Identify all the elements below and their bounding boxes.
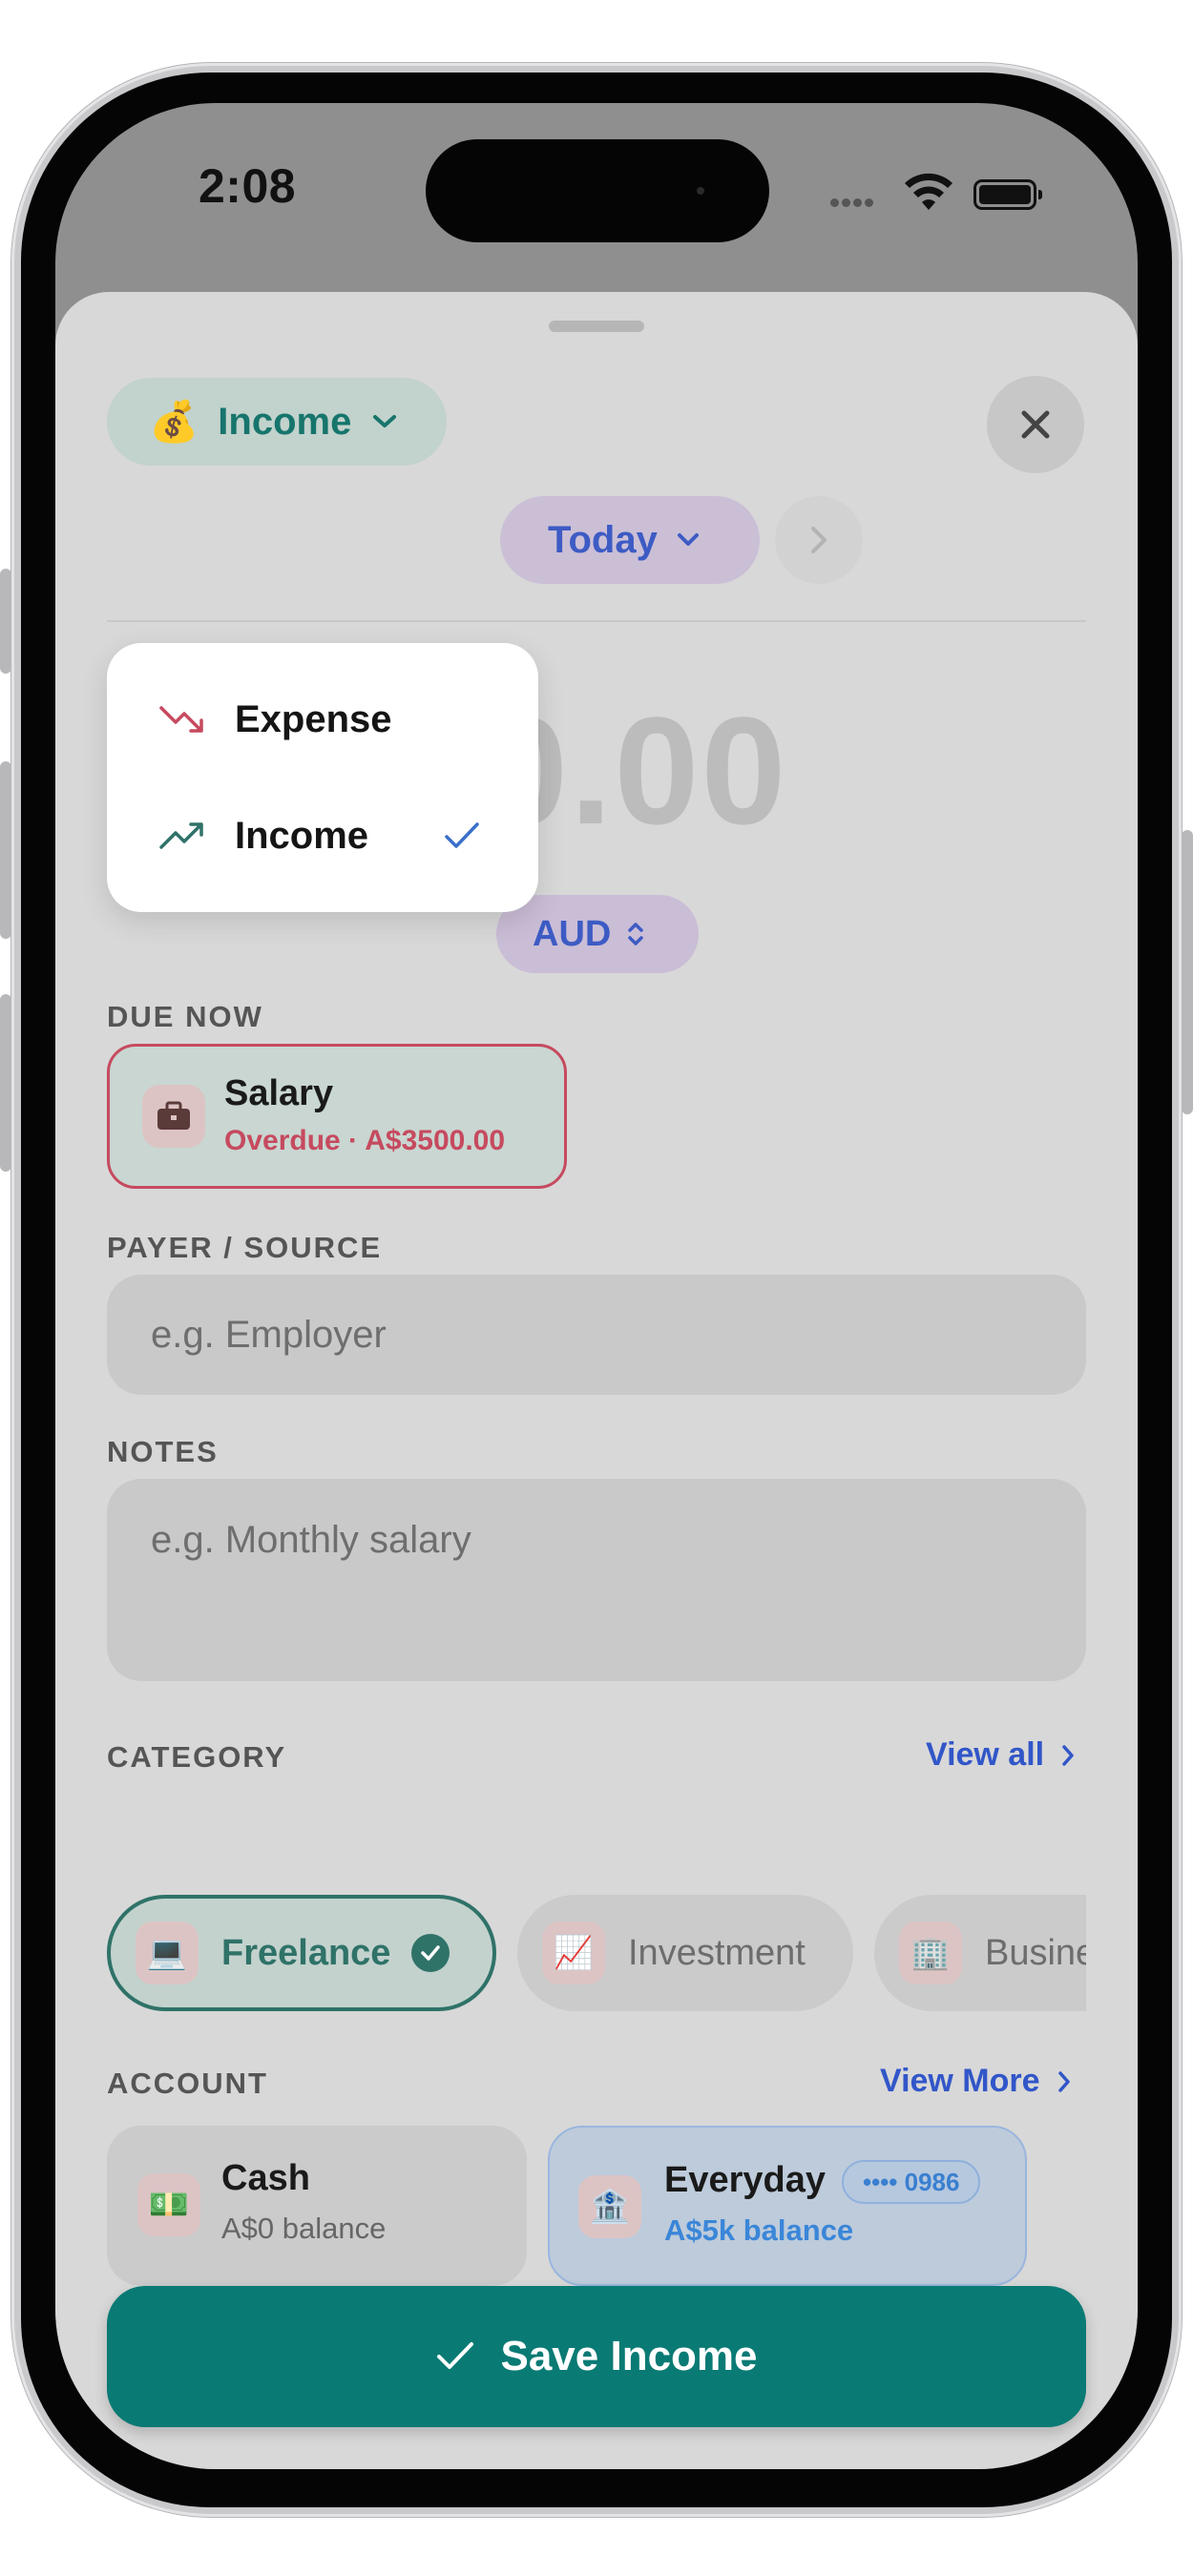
header-divider: [107, 620, 1086, 622]
menu-item-label: Income: [235, 814, 369, 857]
wifi-icon: [905, 173, 952, 210]
trending-down-icon: [159, 706, 203, 733]
dynamic-island: [426, 139, 769, 242]
checkmark-icon: [411, 1934, 450, 1972]
notes-input[interactable]: [151, 1519, 1048, 1605]
menu-item-label: Expense: [235, 697, 392, 740]
chevron-right-icon: [1062, 1744, 1074, 1766]
currency-picker[interactable]: AUD: [496, 895, 699, 973]
category-label-freelance: Freelance: [221, 1932, 391, 1973]
chevron-right-icon: [811, 527, 827, 553]
view-all-categories-link[interactable]: View all: [926, 1736, 1075, 1774]
due-now-label: DUE NOW: [107, 1000, 263, 1033]
account-card-everyday[interactable]: 🏦 Everyday •••• 0986 A$5k balance: [548, 2126, 1027, 2286]
briefcase-icon: [142, 1085, 205, 1148]
save-button[interactable]: Save Income: [107, 2286, 1086, 2427]
next-date-button[interactable]: [775, 496, 863, 584]
cellular-signal-icon: [830, 195, 876, 212]
category-chip-business[interactable]: 🏢 Business: [874, 1895, 1086, 2011]
category-label-business: Business: [985, 1932, 1086, 1973]
chart-icon: 📈: [542, 1922, 605, 1984]
view-all-label: View all: [926, 1736, 1045, 1773]
laptop-icon: 💻: [136, 1922, 199, 1984]
view-more-accounts-link[interactable]: View More: [880, 2063, 1071, 2100]
due-item-card[interactable]: Salary Overdue · A$3500.00: [107, 1044, 567, 1189]
notes-label: NOTES: [107, 1435, 219, 1468]
category-list: 💻 Freelance 📈 Investment 🏢 Business: [107, 1891, 1086, 2015]
trending-up-icon: [159, 822, 203, 849]
currency-code: AUD: [533, 913, 612, 954]
sheet-grabber[interactable]: [549, 321, 644, 332]
date-label: Today: [548, 518, 658, 561]
category-chip-freelance[interactable]: 💻 Freelance: [107, 1895, 496, 2011]
transaction-type-label: Income: [218, 400, 352, 443]
date-selector[interactable]: Today: [500, 496, 760, 584]
action-button: [0, 569, 11, 674]
bank-icon: 🏦: [578, 2175, 641, 2238]
chevron-down-icon: [677, 533, 699, 546]
notes-field-container: [107, 1479, 1086, 1681]
account-balance: A$5k balance: [664, 2213, 854, 2247]
add-transaction-sheet: 💰 Income Today A$ 0.00 AUD DUE NOW Salar: [55, 292, 1138, 2469]
due-item-status: Overdue · A$3500.00: [224, 1125, 506, 1156]
account-label: ACCOUNT: [107, 2067, 268, 2100]
chevron-right-icon: [1057, 2070, 1070, 2092]
account-name: Cash: [221, 2158, 310, 2198]
cash-icon: 💵: [137, 2173, 200, 2236]
volume-up-button: [0, 761, 11, 939]
screen: 2:08 💰 Income Today A$ 0.00 AUD: [55, 103, 1138, 2469]
menu-item-income[interactable]: Income: [107, 779, 538, 893]
checkmark-icon: [437, 2342, 474, 2369]
close-button[interactable]: [987, 376, 1084, 473]
up-down-chevron-icon: [628, 923, 644, 945]
account-card-cash[interactable]: 💵 Cash A$0 balance: [107, 2126, 527, 2286]
save-button-label: Save Income: [500, 2333, 758, 2379]
account-number-badge: •••• 0986: [842, 2160, 981, 2204]
status-time: 2:08: [199, 159, 297, 213]
money-bag-icon: 💰: [149, 398, 199, 444]
checkmark-icon: [445, 822, 479, 848]
payer-field-container: [107, 1275, 1086, 1395]
category-label-investment: Investment: [628, 1932, 806, 1973]
payer-label: PAYER / SOURCE: [107, 1231, 383, 1264]
due-item-title: Salary: [224, 1073, 334, 1113]
view-more-label: View More: [880, 2063, 1040, 2099]
transaction-type-menu: Expense Income: [107, 643, 538, 912]
chevron-down-icon: [373, 415, 397, 427]
close-icon: [1021, 410, 1050, 439]
battery-icon: [973, 179, 1042, 210]
menu-item-expense[interactable]: Expense: [107, 662, 538, 777]
category-chip-investment[interactable]: 📈 Investment: [517, 1895, 853, 2011]
transaction-type-selector[interactable]: 💰 Income: [107, 378, 447, 466]
power-button: [1182, 830, 1193, 1114]
volume-down-button: [0, 994, 11, 1172]
payer-input[interactable]: [151, 1313, 1048, 1357]
account-name: Everyday: [664, 2160, 827, 2200]
building-icon: 🏢: [899, 1922, 962, 1984]
category-label: CATEGORY: [107, 1740, 287, 1774]
account-balance: A$0 balance: [221, 2212, 387, 2245]
